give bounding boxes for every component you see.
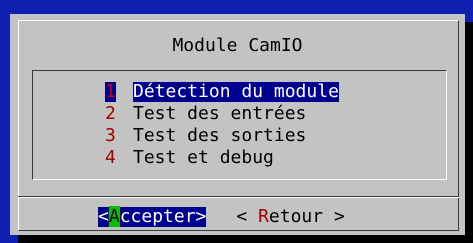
menu-item-key: 4 bbox=[105, 147, 116, 168]
button-bar: <Accepter> < Retour > bbox=[98, 206, 345, 227]
menu-item-label: Test et debug bbox=[133, 147, 274, 168]
retour-button-prefix: < bbox=[236, 206, 259, 227]
dialog-window: Module CamIO 1 Détection du module 2 Tes… bbox=[10, 14, 465, 235]
accept-button-hotkey: A bbox=[108, 206, 120, 227]
menu-item-label: Test des entrées bbox=[133, 103, 307, 124]
menu-item-label: Test des sorties bbox=[133, 125, 307, 146]
menu-item-key: 3 bbox=[105, 125, 116, 146]
button-separator-highlight bbox=[18, 197, 459, 198]
menu-item-key: 1 bbox=[105, 81, 116, 102]
retour-button-hotkey: R bbox=[258, 206, 269, 227]
menu-item-key: 2 bbox=[105, 103, 116, 124]
menu-item-label: Détection du module bbox=[133, 81, 339, 102]
accept-button-suffix: > bbox=[195, 206, 207, 227]
menu-list: 1 Détection du module 2 Test des entrées… bbox=[32, 70, 447, 180]
retour-button[interactable]: < Retour > bbox=[236, 207, 344, 227]
accept-button-prefix: < bbox=[98, 206, 109, 227]
menu-item-test-sorties[interactable]: 3 Test des sorties bbox=[105, 125, 339, 147]
accept-button[interactable]: <Accepter> bbox=[98, 206, 207, 227]
retour-button-label: etour bbox=[268, 206, 324, 227]
accept-button-label: ccepter bbox=[119, 206, 196, 227]
dialog-title: Module CamIO bbox=[172, 35, 303, 56]
menu-item-test-entrees[interactable]: 2 Test des entrées bbox=[105, 103, 339, 125]
menu-item-test-debug[interactable]: 4 Test et debug bbox=[105, 147, 339, 169]
menu-item-detection[interactable]: 1 Détection du module bbox=[105, 81, 339, 103]
retour-button-suffix: > bbox=[323, 206, 345, 227]
